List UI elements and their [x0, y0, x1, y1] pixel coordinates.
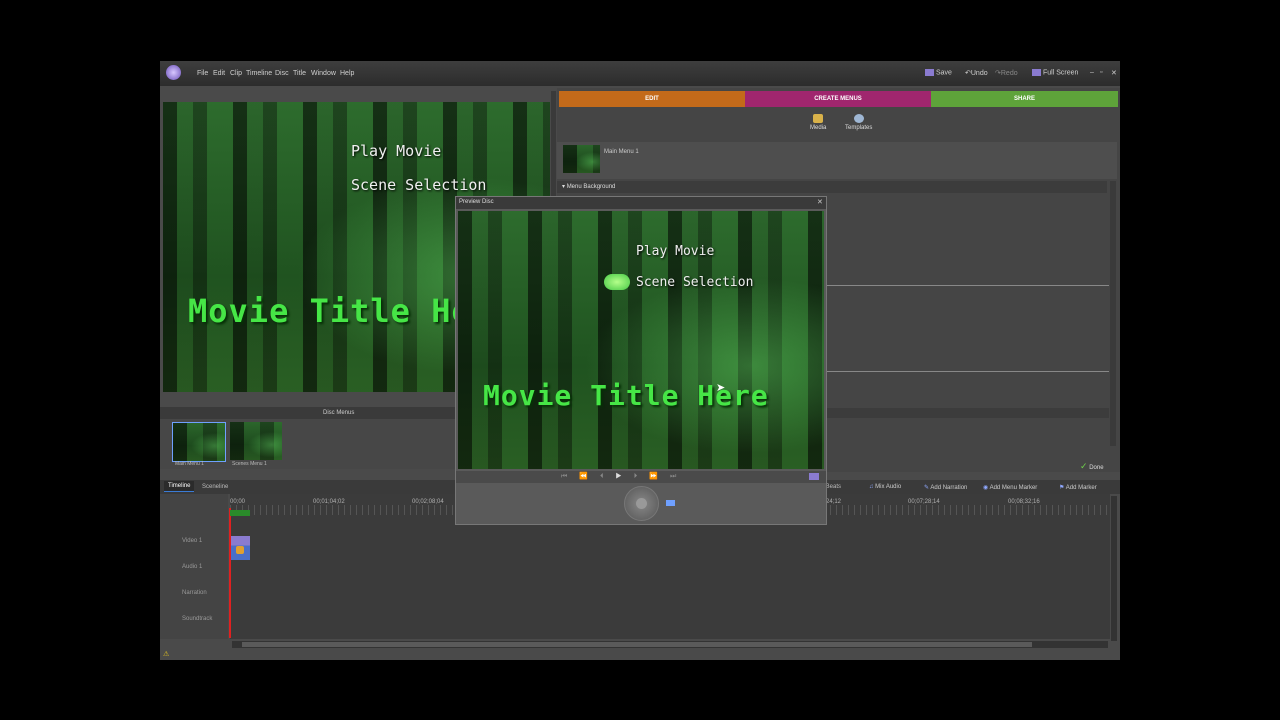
preview-disc-dialog: Preview Disc ✕ Play Movie Scene Selectio… — [455, 196, 827, 525]
tab-create-menus[interactable]: CREATE MENUS — [745, 91, 931, 107]
transport-buttons: ⏮⏪⏴▶⏵⏩⏭ — [561, 472, 688, 481]
fullscreen-icon — [1032, 69, 1041, 76]
scrollbar[interactable] — [1110, 181, 1116, 446]
timeline-scrollbar-thumb[interactable] — [242, 642, 1032, 647]
menu-marker[interactable] — [230, 510, 250, 516]
maximize-icon[interactable]: ▫ — [1100, 69, 1102, 76]
tab-timeline[interactable]: Timeline — [164, 481, 195, 492]
ruler-label: 00;00 — [230, 499, 246, 505]
preview-title: Preview Disc — [459, 199, 494, 205]
ruler-label: 00;02;08;04 — [412, 499, 444, 505]
selection-highlight-icon — [604, 274, 630, 290]
enter-icon[interactable] — [636, 498, 647, 509]
main-menu-thumbnail[interactable] — [563, 145, 600, 173]
close-icon[interactable]: ✕ — [817, 198, 823, 206]
ruler-label: 00;01;04;02 — [313, 499, 345, 505]
microphone-icon: ✎ — [924, 485, 930, 491]
play-icon[interactable]: ▶ — [616, 473, 634, 480]
undo-button[interactable]: ↶Undo — [965, 69, 988, 77]
track-label-audio: Audio 1 — [182, 564, 203, 570]
disc-menu-thumbnail[interactable] — [172, 422, 226, 462]
disc-menus-title: Disc Menus — [323, 410, 355, 416]
app-logo-icon — [166, 65, 181, 80]
menu-title[interactable]: Title — [293, 70, 306, 77]
go-to-start-icon[interactable]: ⏮ — [561, 473, 579, 480]
mouse-cursor-icon: ➤ — [716, 382, 726, 394]
track-label-soundtrack: Soundtrack — [182, 616, 213, 622]
menu-marker-icon: ◉ — [983, 485, 989, 491]
step-forward-icon[interactable]: ⏵ — [634, 473, 650, 480]
monitor-menu-item[interactable]: Scene Selection — [351, 176, 486, 194]
track-label-narration: Narration — [182, 590, 207, 596]
rewind-icon[interactable]: ⏪ — [579, 473, 600, 480]
disc-menu-thumbnail-label: Scenes Menu 1 — [232, 461, 267, 467]
tab-edit[interactable]: EDIT — [559, 91, 745, 107]
ruler-label: 24;12 — [826, 499, 842, 505]
warning-icon[interactable]: ⚠ — [163, 650, 169, 658]
track-label-video: Video 1 — [182, 538, 203, 544]
ruler-label: 00;07;28;14 — [908, 499, 940, 505]
video-clip[interactable] — [231, 536, 250, 560]
divider — [824, 285, 1109, 286]
menu-file[interactable]: File — [197, 70, 208, 77]
mix-audio-icon: ♫ — [869, 484, 874, 490]
menu-disc[interactable]: Disc — [275, 70, 289, 77]
divider — [824, 371, 1109, 372]
save-button[interactable]: Save — [925, 69, 952, 76]
preview-menu-item[interactable]: Scene Selection — [636, 275, 753, 290]
step-back-icon[interactable]: ⏴ — [600, 473, 616, 480]
add-menu-marker-button[interactable]: ◉ Add Menu Marker — [983, 484, 1037, 491]
preview-movie-title[interactable]: Movie Title Here — [483, 379, 769, 412]
preview-screen[interactable]: Play Movie Scene Selection Movie Title H… — [458, 211, 824, 469]
done-button[interactable]: ✓ Done — [1080, 461, 1104, 472]
main-menu-label: Main Menu 1 — [604, 149, 639, 155]
go-to-end-icon[interactable]: ⏭ — [670, 473, 688, 480]
fast-forward-icon[interactable]: ⏩ — [649, 473, 670, 480]
dvd-remote-navigator[interactable] — [624, 486, 659, 521]
redo-button[interactable]: ↷Redo — [995, 69, 1018, 77]
disc-menus-header — [160, 407, 460, 419]
menu-window[interactable]: Window — [311, 70, 336, 77]
tab-sceneline[interactable]: Sceneline — [202, 484, 228, 490]
menu-clip[interactable]: Clip — [230, 70, 242, 77]
clip-thumbnail-icon — [236, 546, 244, 554]
mix-audio-button[interactable]: ♫ Mix Audio — [869, 484, 901, 490]
add-marker-button[interactable]: ⚑ Add Marker — [1059, 484, 1097, 491]
menu-edit[interactable]: Edit — [213, 70, 225, 77]
templates-icon — [853, 114, 864, 123]
media-button[interactable]: Media — [810, 114, 826, 131]
disc-menu-thumbnail[interactable] — [230, 422, 282, 460]
menu-list — [557, 142, 1117, 179]
menu-timeline[interactable]: Timeline — [246, 70, 272, 77]
fullscreen-button[interactable]: Full Screen — [1032, 69, 1078, 76]
menu-icon[interactable] — [666, 500, 675, 506]
preview-title-bar — [456, 197, 826, 209]
templates-button[interactable]: Templates — [845, 114, 872, 131]
fullscreen-icon[interactable] — [809, 473, 819, 480]
title-bar: File Edit Clip Timeline Disc Title Windo… — [160, 61, 1120, 86]
monitor-menu-item[interactable]: Play Movie — [351, 142, 441, 160]
menu-background-label: ▾ Menu Background — [562, 184, 616, 190]
media-icon — [813, 114, 824, 123]
ruler-label: 00;08;32;16 — [1008, 499, 1040, 505]
check-icon: ✓ — [1080, 461, 1088, 471]
section-header[interactable] — [824, 408, 1109, 418]
timeline-vertical-scrollbar[interactable] — [1111, 496, 1117, 641]
playhead[interactable] — [229, 508, 231, 638]
menu-help[interactable]: Help — [340, 70, 354, 77]
menu-background-header[interactable] — [557, 181, 1107, 193]
marker-icon: ⚑ — [1059, 485, 1065, 491]
add-narration-button[interactable]: ✎ Add Narration — [924, 484, 967, 491]
tab-share[interactable]: SHARE — [931, 91, 1118, 107]
close-icon[interactable]: ✕ — [1111, 69, 1117, 77]
disc-menu-thumbnail-label: Main Menu 1 — [175, 461, 204, 467]
preview-menu-item[interactable]: Play Movie — [636, 244, 714, 259]
save-icon — [925, 69, 934, 76]
minimize-icon[interactable]: – — [1090, 69, 1094, 76]
